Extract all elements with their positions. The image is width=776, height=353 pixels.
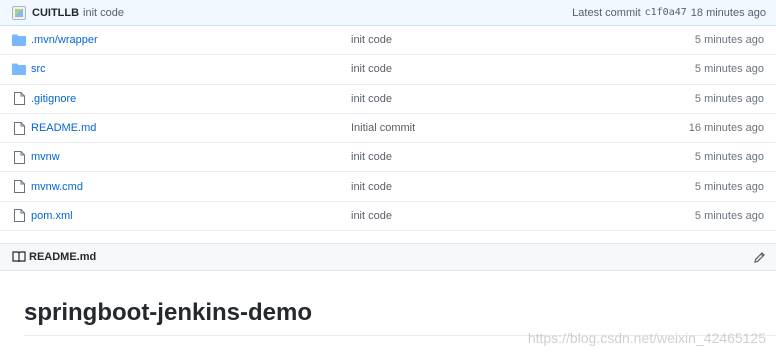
file-name-link[interactable]: mvnw.cmd [31, 181, 351, 193]
file-commit-message[interactable]: init code [351, 63, 695, 75]
file-name-link[interactable]: .mvn/wrapper [31, 34, 351, 46]
readme-body: springboot-jenkins-demo [0, 271, 776, 337]
file-name-link[interactable]: .gitignore [31, 93, 351, 105]
file-commit-message[interactable]: init code [351, 93, 695, 105]
file-row: mvnw init code 5 minutes ago [0, 143, 776, 173]
book-icon [12, 251, 26, 263]
watermark-text: https://blog.csdn.net/weixin_42465125 [527, 330, 766, 346]
file-name-link[interactable]: mvnw [31, 151, 351, 163]
file-icon [12, 92, 26, 106]
commit-message[interactable]: init code [83, 7, 124, 19]
file-age: 5 minutes ago [694, 34, 764, 47]
file-icon [12, 150, 26, 164]
file-name-link[interactable]: pom.xml [31, 210, 351, 222]
file-age: 5 minutes ago [694, 92, 764, 105]
file-commit-message[interactable]: init code [351, 181, 695, 193]
file-row: src init code 5 minutes ago [0, 55, 776, 85]
latest-commit-label: Latest commit [572, 6, 641, 19]
file-age: 16 minutes ago [688, 122, 764, 135]
file-age: 5 minutes ago [694, 151, 764, 164]
file-name-link[interactable]: src [31, 63, 351, 75]
file-age: 5 minutes ago [694, 63, 764, 76]
file-icon [12, 180, 26, 194]
file-row: .gitignore init code 5 minutes ago [0, 85, 776, 114]
commit-sha[interactable]: c1f0a47 [645, 7, 687, 18]
author-avatar[interactable] [12, 5, 26, 20]
file-row: mvnw.cmd init code 5 minutes ago [0, 172, 776, 202]
file-commit-message[interactable]: init code [351, 34, 695, 46]
file-list: .mvn/wrapper init code 5 minutes ago src… [0, 26, 776, 232]
commit-age: 18 minutes ago [690, 6, 766, 19]
file-icon [12, 209, 26, 223]
file-commit-message[interactable]: init code [351, 210, 695, 222]
file-age: 5 minutes ago [694, 209, 764, 222]
readme-file-label: README.md [29, 251, 97, 264]
file-row: pom.xml init code 5 minutes ago [0, 202, 776, 232]
file-commit-message[interactable]: Initial commit [351, 122, 689, 134]
folder-icon [12, 62, 26, 76]
latest-commit-bar: CUITLLB init code Latest commit c1f0a47 … [0, 0, 776, 26]
folder-icon [12, 33, 26, 47]
file-age: 5 minutes ago [694, 180, 764, 193]
readme-header: README.md [0, 243, 776, 272]
file-icon [12, 121, 26, 135]
file-name-link[interactable]: README.md [31, 122, 351, 134]
file-row: .mvn/wrapper init code 5 minutes ago [0, 26, 776, 56]
file-row: README.md Initial commit 16 minutes ago [0, 114, 776, 144]
commit-author[interactable]: CUITLLB [32, 7, 79, 19]
edit-pencil-icon[interactable] [753, 251, 766, 264]
file-commit-message[interactable]: init code [351, 151, 695, 163]
